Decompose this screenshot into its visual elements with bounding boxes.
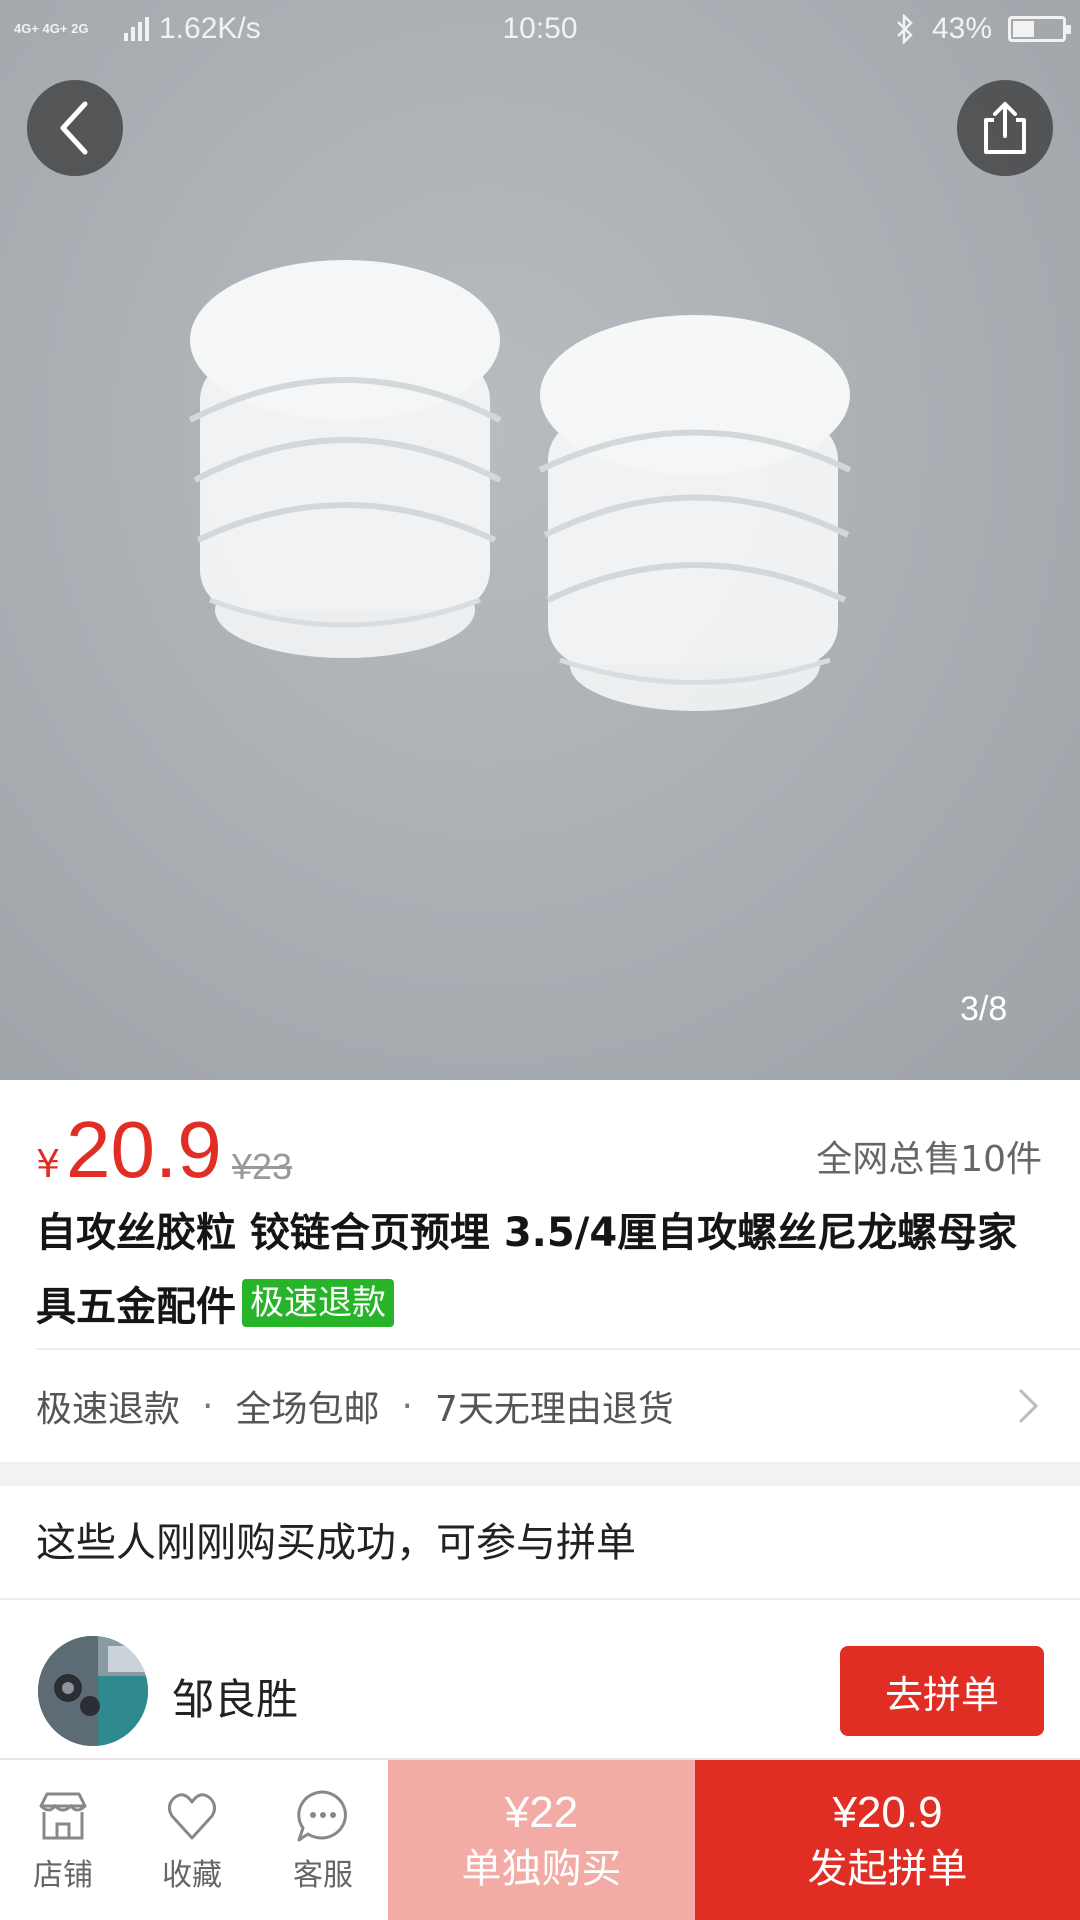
group-buy-heading: 这些人刚刚购买成功，可参与拼单 bbox=[36, 1520, 636, 1566]
product-title-text: 自攻丝胶粒 铰链合页预埋 3.5/4厘自攻螺丝尼龙螺母家具五金配件 bbox=[36, 1210, 1018, 1330]
image-page-indicator: 3/8 bbox=[960, 990, 1008, 1028]
service-label: 客服 bbox=[293, 1858, 353, 1893]
battery-level bbox=[1013, 21, 1034, 37]
buy-alone-button[interactable]: ¥22 单独购买 bbox=[388, 1760, 695, 1920]
battery-icon bbox=[1008, 16, 1071, 42]
chevron-left-icon bbox=[60, 101, 88, 155]
service-item: 全场包邮 bbox=[235, 1389, 380, 1430]
status-bar: 4G+ 4G+ 2G 1.62K/s 10:50 43% bbox=[0, 0, 1080, 58]
heart-icon bbox=[167, 1793, 217, 1840]
chevron-right-icon bbox=[1018, 1388, 1039, 1424]
product-title: 自攻丝胶粒 铰链合页预埋 3.5/4厘自攻螺丝尼龙螺母家具五金配件 极速退款 bbox=[36, 1196, 1046, 1344]
currency-symbol: ¥ bbox=[36, 1142, 61, 1186]
bottom-action-bar: 店铺 收藏 客服 ¥22 单独购买 ¥20.9 发起拼单 bbox=[0, 1758, 1080, 1920]
back-button[interactable] bbox=[27, 80, 123, 176]
service-item: 极速退款 bbox=[36, 1389, 181, 1430]
favorite-button[interactable]: 收藏 bbox=[137, 1788, 247, 1894]
section-gap bbox=[0, 1462, 1080, 1486]
single-price: ¥22 bbox=[504, 1788, 579, 1837]
separator: · bbox=[202, 1385, 214, 1427]
original-price: ¥23 bbox=[232, 1146, 293, 1187]
price-row: ¥ 20.9 ¥23 全网总售10件 bbox=[36, 1110, 1046, 1200]
shop-label: 店铺 bbox=[33, 1858, 93, 1893]
chat-icon bbox=[297, 1790, 347, 1842]
share-icon bbox=[984, 102, 1026, 154]
avatar-image bbox=[38, 1636, 148, 1746]
customer-service-button[interactable]: 客服 bbox=[268, 1788, 378, 1894]
avatar bbox=[38, 1636, 148, 1746]
store-icon bbox=[39, 1792, 87, 1840]
product-photo bbox=[188, 260, 852, 711]
group-price: ¥20.9 bbox=[832, 1788, 943, 1837]
service-item: 7天无理由退货 bbox=[434, 1389, 674, 1430]
shop-button[interactable]: 店铺 bbox=[8, 1788, 118, 1894]
sold-count: 全网总售10件 bbox=[816, 1139, 1042, 1180]
nylon-insert-left bbox=[188, 260, 502, 658]
battery-percent: 43% bbox=[931, 12, 992, 45]
buyer-name: 邹良胜 bbox=[172, 1675, 299, 1724]
join-group-button[interactable]: 去拼单 bbox=[840, 1646, 1044, 1736]
start-group-label: 发起拼单 bbox=[807, 1846, 968, 1892]
bluetooth-icon bbox=[897, 14, 913, 44]
product-image-gallery[interactable]: 4G+ 4G+ 2G 1.62K/s 10:50 43% 3/8 bbox=[0, 0, 1080, 1080]
nylon-insert-right bbox=[538, 315, 852, 711]
share-button[interactable] bbox=[957, 80, 1053, 176]
current-price: 20.9 bbox=[66, 1105, 222, 1194]
group-buyer-row: 邹良胜 去拼单 bbox=[0, 1600, 1080, 1760]
buy-alone-label: 单独购买 bbox=[461, 1846, 622, 1892]
start-group-buy-button[interactable]: ¥20.9 发起拼单 bbox=[695, 1760, 1080, 1920]
service-guarantees[interactable]: 极速退款 · 全场包邮 · 7天无理由退货 bbox=[36, 1376, 1046, 1436]
favorite-label: 收藏 bbox=[162, 1858, 222, 1893]
separator: · bbox=[401, 1385, 413, 1427]
fast-refund-badge: 极速退款 bbox=[242, 1279, 394, 1327]
divider bbox=[36, 1348, 1080, 1350]
